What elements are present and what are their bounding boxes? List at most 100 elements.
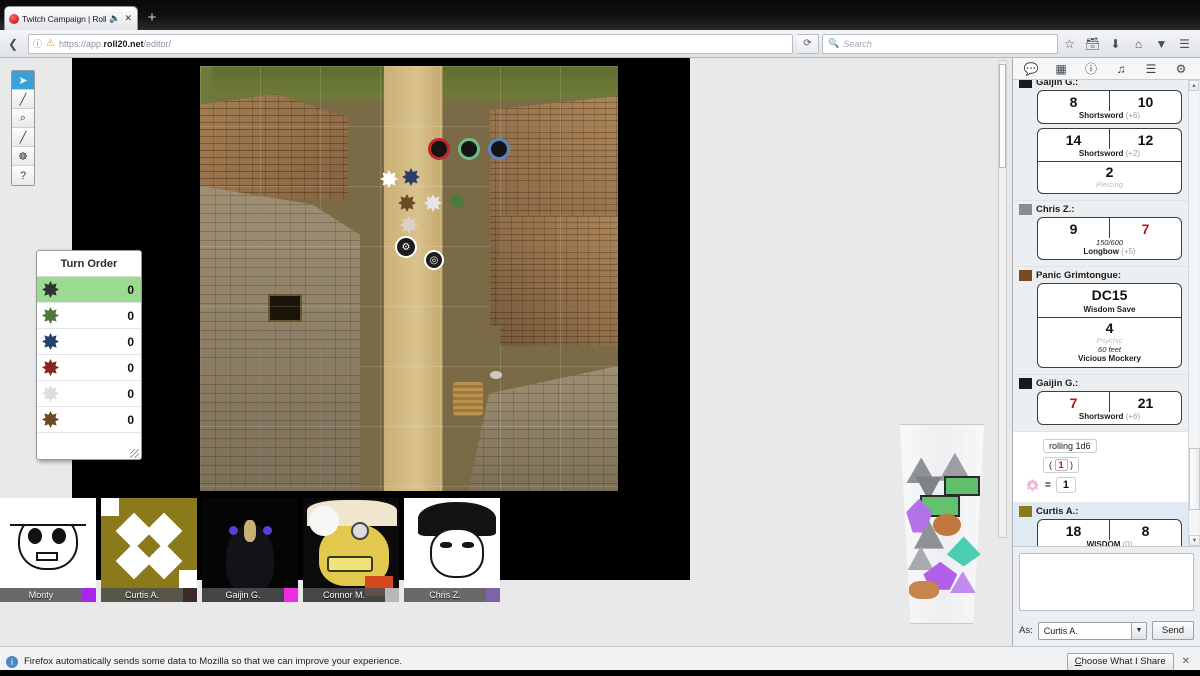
canvas-horizontal-scrollbar[interactable] xyxy=(0,633,1006,642)
roll20-sidebar: 💬 ▦ ⓘ ♫ ☰ ⚙ Gaijin G.: 8 10 Shortsword (… xyxy=(1012,58,1200,646)
chat-log[interactable]: Gaijin G.: 8 10 Shortsword (+6) 14 12 Sh… xyxy=(1013,80,1200,546)
turn-order-row[interactable]: 0 xyxy=(37,303,141,329)
roll-card: 9 7 150/600 Longbow (+5) xyxy=(1037,217,1182,260)
token-monty[interactable] xyxy=(424,194,442,212)
chat-message: Chris Z.: 9 7 150/600 Longbow (+5) xyxy=(1013,201,1188,267)
roll-card: 14 12 Shortsword (+2) 2 Piercing xyxy=(1037,128,1182,194)
collections-tab[interactable]: ☰ xyxy=(1136,58,1166,79)
turn-order-value: 0 xyxy=(127,282,134,297)
curtis-portrait xyxy=(101,498,197,602)
roll-value-right: 8 xyxy=(1109,520,1181,540)
save-label: Wisdom Save xyxy=(1083,305,1136,314)
chat-message-formula: rolling 1d6 ( 1 ) = 1 xyxy=(1013,432,1188,503)
new-tab-button[interactable]: + xyxy=(142,9,162,28)
speaker-icon[interactable]: 🔈 xyxy=(109,13,120,24)
help-tool[interactable]: ? xyxy=(12,166,34,185)
roll-weapon: Longbow xyxy=(1083,247,1119,256)
token-goblin[interactable] xyxy=(448,192,466,210)
info-circle-icon[interactable]: ⓘ xyxy=(33,37,42,50)
journal-tab[interactable]: ▦ xyxy=(1046,58,1076,79)
avatar xyxy=(1019,378,1032,389)
send-button[interactable]: Send xyxy=(1152,621,1194,640)
library-icon[interactable]: 🗃 xyxy=(1081,34,1104,54)
close-icon[interactable]: ✕ xyxy=(1182,656,1194,667)
home-icon[interactable]: ⌂ xyxy=(1127,34,1150,54)
chat-author: Gaijin G.: xyxy=(1036,80,1079,88)
player-card-monty[interactable]: Monty xyxy=(0,498,96,602)
scroll-up-arrow[interactable]: ▲ xyxy=(1189,80,1199,91)
select-tool[interactable]: ➤ xyxy=(12,71,34,90)
speaking-as-select[interactable]: Curtis A. ▼ xyxy=(1037,621,1147,640)
roll-ability: WISDOM xyxy=(1086,540,1121,546)
save-section: DC15 Wisdom Save xyxy=(1038,284,1181,317)
player-card-curtis[interactable]: Curtis A. xyxy=(101,498,197,602)
bookmark-star-icon[interactable]: ☆ xyxy=(1058,34,1081,54)
equals-sign: = xyxy=(1045,479,1051,491)
turn-avatar xyxy=(42,411,59,428)
browser-tab[interactable]: Twitch Campaign | Roll2 🔈 ✕ xyxy=(4,6,138,30)
turn-order-row[interactable]: 0 xyxy=(37,329,141,355)
turn-order-value: 0 xyxy=(127,412,134,427)
compendium-tab[interactable]: ⓘ xyxy=(1076,58,1106,79)
player-card-chris[interactable]: Chris Z. xyxy=(404,498,500,602)
token-gear[interactable]: ⚙ xyxy=(395,236,417,258)
map-canvas[interactable]: ⚙ ◎ xyxy=(200,66,618,491)
token-target[interactable]: ◎ xyxy=(424,250,444,270)
jukebox-tab[interactable]: ♫ xyxy=(1106,58,1136,79)
ping-red xyxy=(428,138,450,160)
token-chris[interactable] xyxy=(402,168,420,186)
resize-grip[interactable] xyxy=(130,449,139,458)
share-button-rest: hoose What I Share xyxy=(1081,656,1166,667)
player-card-connor[interactable]: Connor M. xyxy=(303,498,399,602)
scroll-down-arrow[interactable]: ▼ xyxy=(1189,535,1200,546)
editor-toolbar: ➤ ╱ ⌕ ╱ ☸ ? xyxy=(11,70,35,186)
close-icon[interactable]: ✕ xyxy=(123,13,133,24)
chat-header: Panic Grimtongue: xyxy=(1019,270,1182,281)
turn-order-row[interactable]: 0 xyxy=(37,407,141,433)
turn-order-row[interactable]: 0 xyxy=(37,381,141,407)
roll-value-right: 7 xyxy=(1109,218,1181,238)
token-connor[interactable] xyxy=(400,216,418,234)
chris-portrait xyxy=(404,498,500,602)
token-marker[interactable] xyxy=(380,170,398,188)
settings-tab[interactable]: ⚙ xyxy=(1166,58,1196,79)
search-input[interactable]: 🔍 Search xyxy=(822,33,1058,54)
player-color-swatch xyxy=(385,588,399,602)
chat-tab[interactable]: 💬 xyxy=(1016,58,1046,79)
choose-what-i-share-button[interactable]: Choose What I Share xyxy=(1066,652,1174,671)
canvas-scroll-thumb[interactable] xyxy=(999,64,1006,168)
pocket-icon[interactable]: ▼ xyxy=(1150,34,1173,54)
player-card-gaijin[interactable]: Gaijin G. xyxy=(202,498,298,602)
turn-order-row[interactable]: 0 xyxy=(37,277,141,303)
drawing-tool[interactable]: ╱ xyxy=(12,90,34,109)
chat-message: Panic Grimtongue: DC15 Wisdom Save 4 Psy… xyxy=(1013,267,1188,375)
url-bar[interactable]: ⓘ ⚠ https://app.roll20.net/editor/ xyxy=(28,33,793,54)
player-name: Monty xyxy=(28,590,54,600)
roll-card: DC15 Wisdom Save 4 Psychic 60 feet Vicio… xyxy=(1037,283,1182,368)
sidebar-scrollbar[interactable]: ▲ ▼ xyxy=(1188,80,1200,546)
player-name-bar: Chris Z. xyxy=(404,588,500,602)
roll-label: 150/600 Longbow (+5) xyxy=(1038,238,1181,259)
fog-of-war-tool[interactable]: ☸ xyxy=(12,147,34,166)
roll-damage-section: 2 Piercing xyxy=(1038,161,1181,193)
warning-triangle-icon[interactable]: ⚠ xyxy=(46,38,55,49)
glass-contents xyxy=(903,448,981,606)
chat-input[interactable] xyxy=(1019,553,1194,611)
back-arrow-icon[interactable]: ❮ xyxy=(4,35,22,53)
canvas-vertical-scrollbar[interactable] xyxy=(998,60,1007,538)
sidebar-scroll-thumb[interactable] xyxy=(1189,448,1200,510)
chevron-down-icon[interactable]: ▼ xyxy=(1131,622,1146,639)
reload-icon[interactable]: ⟳ xyxy=(797,33,819,54)
downloads-icon[interactable]: ⬇ xyxy=(1104,34,1127,54)
turn-order-row[interactable]: 0 xyxy=(37,355,141,381)
chat-author: Gaijin G.: xyxy=(1036,378,1079,389)
roll-value-left: 9 xyxy=(1069,221,1078,237)
roll-label: WISDOM (0) xyxy=(1038,540,1181,546)
measure-tool[interactable]: ╱ xyxy=(12,128,34,147)
roll-total: 1 xyxy=(1055,477,1076,493)
zoom-tool[interactable]: ⌕ xyxy=(12,109,34,128)
token-curtis[interactable] xyxy=(398,194,416,212)
roll-value-right: 10 xyxy=(1109,91,1181,111)
menu-hamburger-icon[interactable]: ☰ xyxy=(1173,34,1196,54)
avatar xyxy=(1019,270,1032,281)
